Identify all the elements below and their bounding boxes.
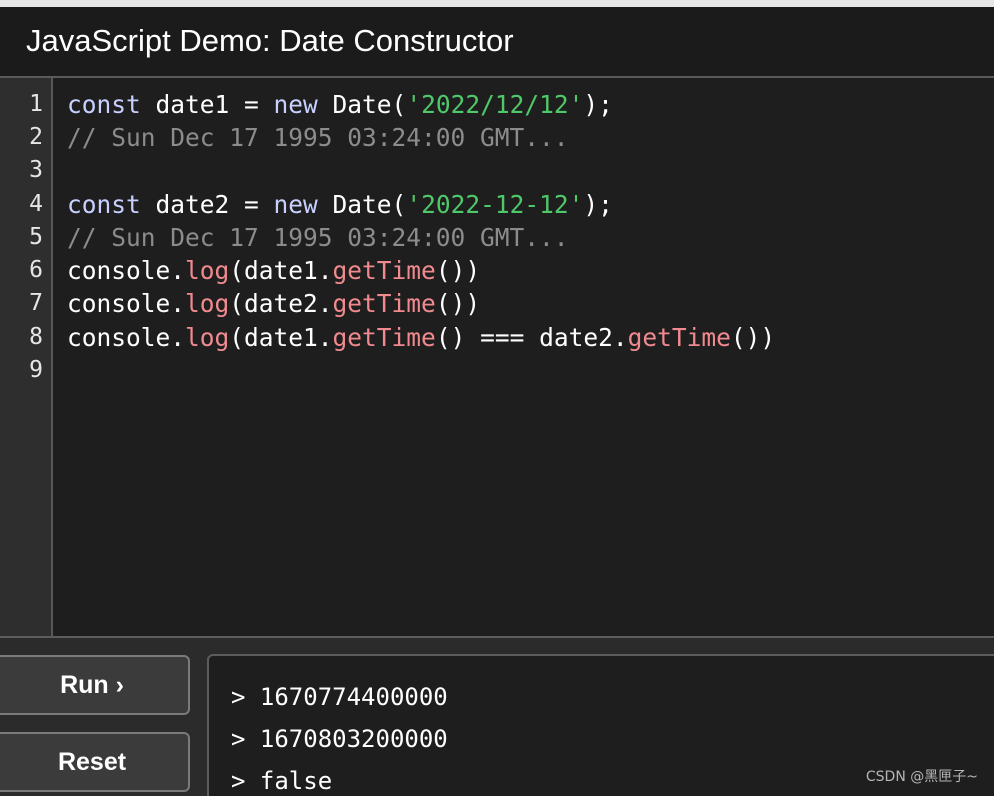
code-line: console.log(date1.getTime()): [67, 254, 480, 287]
code-function: getTime: [627, 323, 731, 352]
code-comment: // Sun Dec 17 1995 03:24:00 GMT...: [67, 223, 569, 252]
code-function: log: [185, 289, 230, 318]
code-keyword: const: [67, 190, 141, 219]
watermark: CSDN @黑匣子~: [865, 769, 978, 785]
code-line: // Sun Dec 17 1995 03:24:00 GMT...: [67, 121, 569, 154]
code-line: console.log(date2.getTime()): [67, 287, 480, 320]
code-function: getTime: [332, 256, 436, 285]
line-number: 9: [29, 357, 43, 383]
code-text: (date1.: [229, 256, 333, 285]
run-button[interactable]: Run ›: [0, 655, 190, 715]
code-keyword: const: [67, 90, 141, 119]
output-line: > false: [231, 767, 333, 795]
code-keyword: new: [273, 90, 318, 119]
code-text: Date(: [317, 90, 407, 119]
code-comment: // Sun Dec 17 1995 03:24:00 GMT...: [67, 123, 569, 152]
code-function: log: [185, 256, 230, 285]
line-number: 1: [29, 91, 43, 117]
code-text: ()): [730, 323, 776, 352]
output-line: > 1670803200000: [231, 725, 448, 753]
line-number: 7: [29, 290, 43, 316]
code-text: );: [583, 90, 613, 119]
code-text: ()): [435, 289, 481, 318]
line-number: 6: [29, 257, 43, 283]
code-line: const date1 = new Date('2022/12/12');: [67, 88, 613, 121]
code-text: console.: [67, 323, 186, 352]
page-title: JavaScript Demo: Date Constructor: [26, 23, 514, 58]
code-text: date1 =: [140, 90, 274, 119]
code-string: '2022-12-12': [406, 190, 584, 219]
code-editor[interactable]: 1 2 3 4 5 6 7 8 9 const date1 = new Date…: [0, 78, 994, 636]
code-text: console.: [67, 256, 186, 285]
output-line: > 1670774400000: [231, 683, 448, 711]
code-line: console.log(date1.getTime() === date2.ge…: [67, 321, 775, 354]
code-text: (date2.: [229, 289, 333, 318]
reset-button[interactable]: Reset: [0, 732, 190, 792]
title-bar: JavaScript Demo: Date Constructor: [0, 7, 994, 78]
code-function: getTime: [332, 289, 436, 318]
code-function: getTime: [332, 323, 436, 352]
app-root: JavaScript Demo: Date Constructor 1 2 3 …: [0, 0, 994, 796]
code-text: ()): [435, 256, 481, 285]
code-line: // Sun Dec 17 1995 03:24:00 GMT...: [67, 221, 569, 254]
line-number: 5: [29, 224, 43, 250]
code-text: () === date2.: [435, 323, 628, 352]
code-text: console.: [67, 289, 186, 318]
line-number: 8: [29, 324, 43, 350]
code-text: (date1.: [229, 323, 333, 352]
line-number: 2: [29, 124, 43, 150]
code-keyword: new: [273, 190, 318, 219]
code-function: log: [185, 323, 230, 352]
window-top-edge: [0, 0, 994, 7]
line-number-gutter: 1 2 3 4 5 6 7 8 9: [0, 78, 53, 636]
code-text: Date(: [317, 190, 407, 219]
line-number: 3: [29, 157, 43, 183]
code-text: date2 =: [140, 190, 274, 219]
editor-divider: [0, 636, 994, 638]
line-number: 4: [29, 191, 43, 217]
code-text: );: [583, 190, 613, 219]
code-line: const date2 = new Date('2022-12-12');: [67, 188, 613, 221]
code-string: '2022/12/12': [406, 90, 584, 119]
